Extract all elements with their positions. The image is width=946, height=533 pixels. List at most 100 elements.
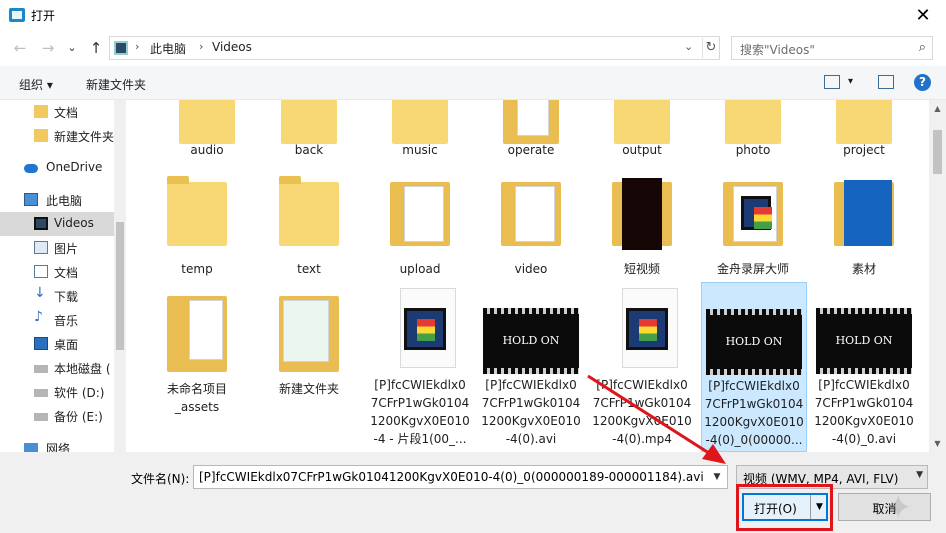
file-0-avi[interactable]: HOLD ON [P]fcCWIEkdlx0 7CFrP1wGk0104 120… — [814, 286, 914, 446]
scroll-down-icon[interactable]: ▼ — [929, 435, 946, 452]
file-label: 7CFrP1wGk0104 — [370, 396, 470, 410]
folder-text[interactable]: text — [259, 172, 359, 284]
file-label: -4(0)_0(00000... — [705, 433, 803, 447]
filename-input[interactable]: [P]fcCWIEkdlx07CFrP1wGk01041200KgvX0E010… — [193, 465, 728, 489]
folder-temp[interactable]: temp — [147, 172, 247, 284]
breadcrumb-separator: › — [199, 40, 204, 53]
file-label: 新建文件夹 — [278, 382, 339, 396]
file-label: 1200KgvX0E010 — [592, 414, 692, 428]
file-label: 未命名项目 — [166, 382, 227, 396]
file-label: 7CFrP1wGk0104 — [592, 396, 692, 410]
file-label: project — [843, 143, 885, 157]
file-clip1[interactable]: [P]fcCWIEkdlx0 7CFrP1wGk0104 1200KgvX0E0… — [370, 286, 470, 446]
document-page — [189, 300, 223, 360]
forward-arrow-icon[interactable]: → — [38, 38, 58, 58]
address-dropdown-icon[interactable]: ⌄ — [684, 40, 693, 53]
file-label: [P]fcCWIEkdlx0 — [374, 378, 466, 392]
file-selected-avi[interactable]: HOLD ON [P]fcCWIEkdlx0 7CFrP1wGk0104 120… — [701, 282, 807, 452]
folder-upload[interactable]: upload — [370, 172, 470, 284]
windows-thumbnail — [844, 180, 892, 246]
up-arrow-icon[interactable]: ↑ — [86, 38, 106, 58]
sidebar-scrollbar[interactable] — [114, 100, 126, 452]
folder-video[interactable]: video — [481, 172, 581, 284]
content-scrollbar[interactable]: ▲ ▼ — [929, 100, 946, 452]
recent-locations-icon[interactable]: ⌄ — [62, 38, 82, 58]
sidebar-item-drive-e[interactable]: 备份 (E:) — [0, 404, 114, 428]
sidebar-item-label: 下载 — [54, 290, 79, 304]
sidebar-item-music[interactable]: ♪ 音乐 — [0, 308, 114, 332]
desktop-icon — [34, 337, 48, 350]
document-page — [517, 100, 549, 136]
file-label: [P]fcCWIEkdlx0 — [485, 378, 577, 392]
file-label: back — [294, 143, 324, 157]
scroll-up-icon[interactable]: ▲ — [929, 100, 946, 117]
sidebar-item-desktop[interactable]: 桌面 — [0, 332, 114, 356]
sidebar-item-onedrive[interactable]: OneDrive — [0, 156, 114, 180]
scroll-thumb[interactable] — [933, 130, 942, 174]
file-label: -4(0).mp4 — [612, 432, 672, 446]
filename-dropdown-icon[interactable]: ▼ — [707, 466, 727, 488]
help-icon[interactable]: ? — [914, 74, 931, 91]
sidebar-item-drive-d[interactable]: 软件 (D:) — [0, 380, 114, 404]
navigation-pane: 文档 新建文件夹 OneDrive 此电脑 Videos 图片 文档 ↓ 下载 … — [0, 100, 127, 452]
sidebar-item-label: OneDrive — [46, 160, 103, 174]
file-label: 1200KgvX0E010 — [370, 414, 470, 428]
file-type-dropdown-icon: ▼ — [916, 470, 923, 480]
view-options-icon[interactable] — [824, 75, 840, 89]
sidebar-item-videos[interactable]: Videos — [0, 212, 114, 236]
file-label: music — [402, 143, 438, 157]
file-label: 1200KgvX0E010 — [814, 414, 914, 428]
cancel-button[interactable]: 取消 — [838, 493, 931, 521]
sidebar-item-new-folder[interactable]: 新建文件夹 — [0, 124, 114, 148]
folder-new-folder[interactable]: 新建文件夹 — [259, 286, 359, 398]
file-mp4[interactable]: [P]fcCWIEkdlx0 7CFrP1wGk0104 1200KgvX0E0… — [592, 286, 692, 446]
sidebar-item-label: 图片 — [54, 242, 79, 256]
folder-icon — [392, 100, 448, 144]
video-thumbnail: HOLD ON — [816, 308, 912, 374]
sidebar-item-network[interactable]: 网络 — [0, 436, 114, 452]
file-avi[interactable]: HOLD ON [P]fcCWIEkdlx0 7CFrP1wGk0104 120… — [481, 286, 581, 446]
folder-icon — [836, 100, 892, 144]
back-arrow-icon[interactable]: ← — [10, 38, 30, 58]
preview-pane-icon[interactable] — [878, 75, 894, 89]
view-dropdown-icon[interactable]: ▾ — [848, 76, 853, 87]
sidebar-item-documents-lib[interactable]: 文档 — [0, 260, 114, 284]
sidebar-item-label: 软件 (D:) — [54, 386, 105, 400]
folder-short-video[interactable]: 短视频 — [592, 172, 692, 284]
file-label: _assets — [174, 400, 220, 414]
folder-jinzhou-recorder[interactable]: 金舟录屏大师 — [703, 172, 803, 284]
search-input[interactable]: 搜索"Videos" ⌕ — [731, 36, 933, 60]
open-button[interactable]: 打开(O) ▼ — [742, 493, 828, 521]
sidebar-item-downloads[interactable]: ↓ 下载 — [0, 284, 114, 308]
open-dropdown-icon[interactable]: ▼ — [810, 495, 828, 519]
organize-menu[interactable]: 组织 ▾ — [19, 76, 53, 93]
sidebar-item-pictures[interactable]: 图片 — [0, 236, 114, 260]
new-folder-button[interactable]: 新建文件夹 — [86, 76, 146, 93]
breadcrumb-this-pc[interactable]: 此电脑 — [150, 40, 186, 57]
sidebar-item-local-disk[interactable]: 本地磁盘 ( — [0, 356, 114, 380]
sidebar-item-documents[interactable]: 文档 — [0, 100, 114, 124]
cancel-button-label: 取消 — [872, 502, 897, 516]
sidebar-item-this-pc[interactable]: 此电脑 — [0, 188, 114, 212]
folder-materials[interactable]: 素材 — [814, 172, 914, 284]
folder-icon — [179, 100, 235, 144]
video-file-icon — [626, 308, 668, 350]
address-bar[interactable]: › 此电脑 › Videos ⌄ ↻ — [109, 36, 720, 60]
refresh-icon[interactable]: ↻ — [702, 38, 719, 58]
pictures-icon — [34, 241, 48, 254]
folder-unnamed-project-assets[interactable]: 未命名项目 _assets — [147, 286, 247, 414]
file-label: 素材 — [851, 262, 876, 276]
sidebar-item-label: 备份 (E:) — [54, 410, 103, 424]
file-label: 短视频 — [623, 262, 660, 276]
file-label: temp — [181, 262, 213, 276]
close-button[interactable]: ✕ — [900, 0, 946, 31]
file-label: text — [297, 262, 321, 276]
sidebar-item-label: Videos — [54, 216, 94, 230]
network-icon — [24, 443, 38, 452]
breadcrumb-videos[interactable]: Videos — [212, 40, 252, 54]
folder-icon — [34, 129, 48, 142]
sidebar-scroll-thumb[interactable] — [116, 222, 124, 350]
file-label: output — [622, 143, 662, 157]
file-label: -4(0).avi — [505, 432, 557, 446]
video-file-icon — [741, 196, 772, 230]
